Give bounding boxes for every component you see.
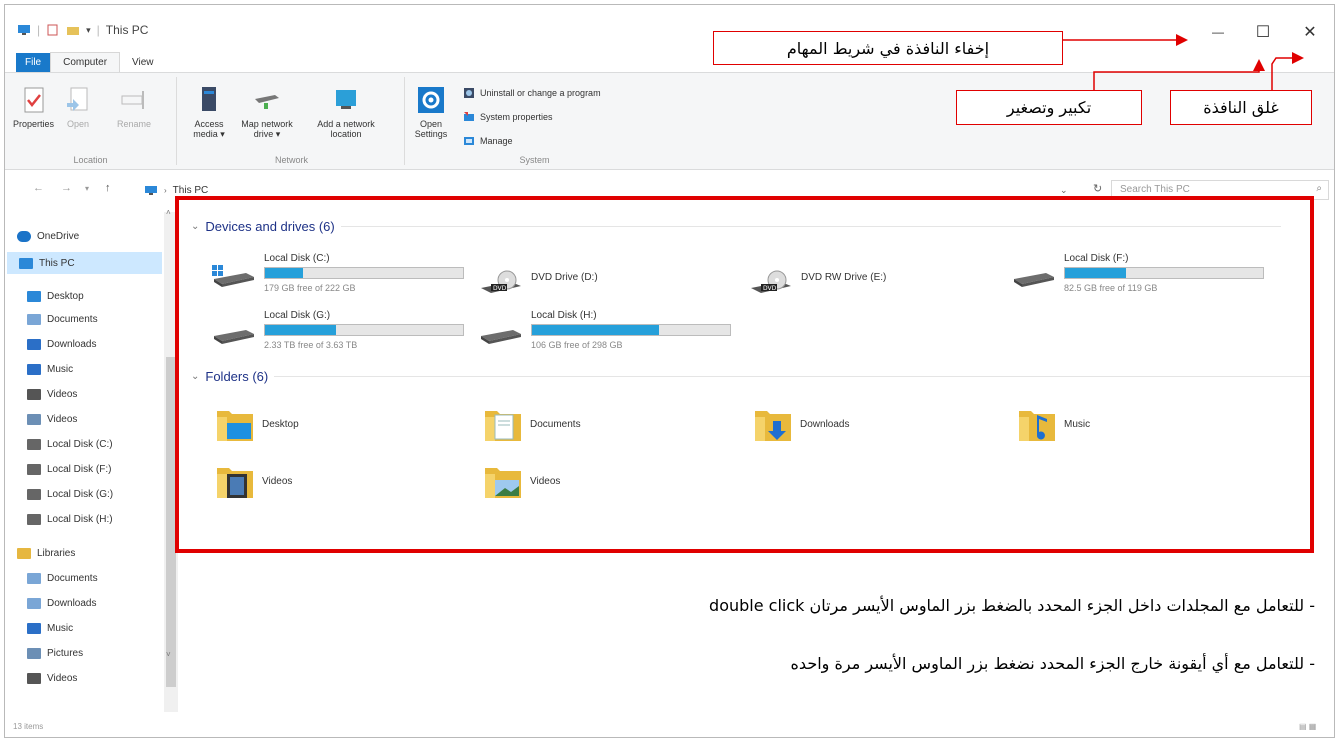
instruction-single-click: - للتعامل مع أي أيقونة خارج الجزء المحدد… xyxy=(790,654,1315,673)
instruction-double-click: - للتعامل مع المجلدات داخل الجزء المحدد … xyxy=(709,596,1315,615)
annotation-arrows xyxy=(1063,34,1304,90)
